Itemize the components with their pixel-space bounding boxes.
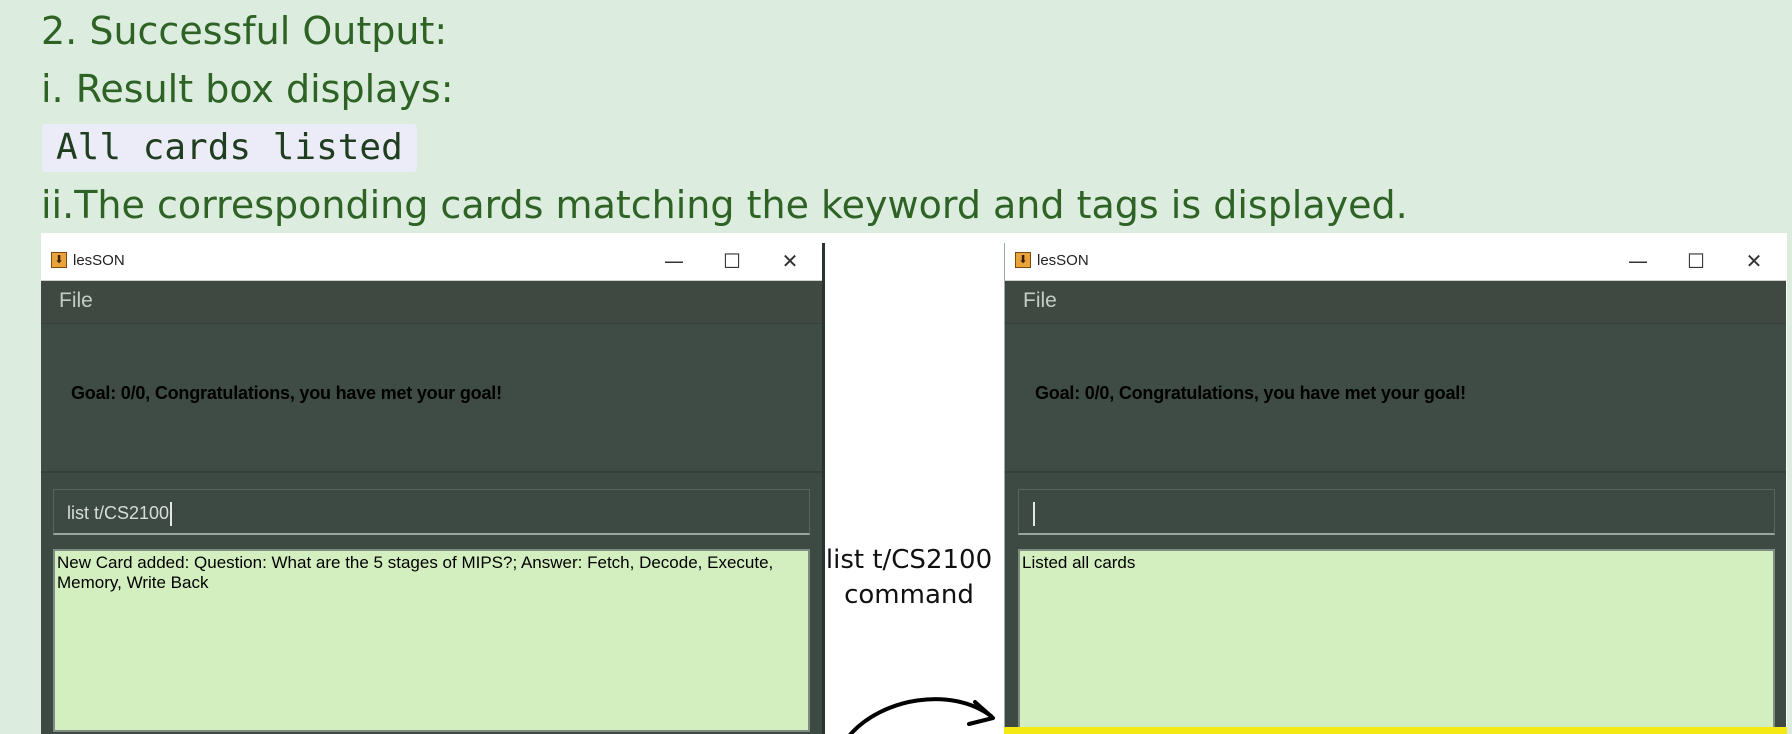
app-window-before: ⬇ lesSON — ☐ ✕ File Goal: 0/0, Congratul… bbox=[41, 243, 825, 734]
result-display: Listed all cards bbox=[1018, 549, 1775, 732]
highlight-strip bbox=[1004, 727, 1787, 734]
goal-panel: Goal: 0/0, Congratulations, you have met… bbox=[41, 324, 822, 473]
app-window-after: ⬇ lesSON — ☐ ✕ File Goal: 0/0, Congratul… bbox=[1004, 243, 1786, 734]
result-code-snippet: All cards listed bbox=[42, 124, 417, 172]
command-input-value: list t/CS2100 bbox=[67, 502, 170, 523]
maximize-icon[interactable]: ☐ bbox=[712, 247, 752, 275]
text-caret bbox=[1033, 502, 1035, 526]
menu-file[interactable]: File bbox=[1023, 289, 1057, 313]
goal-status-text: Goal: 0/0, Congratulations, you have met… bbox=[71, 383, 502, 403]
window-title: lesSON bbox=[1037, 252, 1089, 269]
command-input[interactable]: list t/CS2100 bbox=[53, 489, 810, 535]
java-app-icon: ⬇ bbox=[1015, 252, 1031, 268]
maximize-icon[interactable]: ☐ bbox=[1676, 247, 1716, 275]
text-caret bbox=[170, 502, 173, 526]
arrow-caption-command: list t/CS2100 bbox=[825, 545, 993, 575]
menu-bar: File bbox=[41, 281, 822, 324]
title-bar: ⬇ lesSON — ☐ ✕ bbox=[1005, 243, 1786, 281]
minimize-icon[interactable]: — bbox=[1618, 247, 1658, 275]
screenshot-figure: ⬇ lesSON — ☐ ✕ File Goal: 0/0, Congratul… bbox=[41, 233, 1787, 734]
curved-arrow-right-icon bbox=[848, 697, 995, 734]
goal-status-text: Goal: 0/0, Congratulations, you have met… bbox=[1035, 383, 1466, 403]
arrow-caption: list t/CS2100 command bbox=[819, 543, 999, 613]
java-app-icon: ⬇ bbox=[51, 252, 67, 268]
goal-panel: Goal: 0/0, Congratulations, you have met… bbox=[1005, 324, 1786, 473]
menu-bar: File bbox=[1005, 281, 1786, 324]
close-icon[interactable]: ✕ bbox=[770, 247, 810, 275]
command-input[interactable] bbox=[1018, 489, 1775, 535]
title-bar: ⬇ lesSON — ☐ ✕ bbox=[41, 243, 822, 281]
menu-file[interactable]: File bbox=[59, 289, 93, 313]
minimize-icon[interactable]: — bbox=[654, 247, 694, 275]
step-heading: 2. Successful Output: bbox=[41, 9, 448, 53]
window-title: lesSON bbox=[73, 252, 125, 269]
arrow-caption-word: command bbox=[844, 580, 974, 610]
close-icon[interactable]: ✕ bbox=[1734, 247, 1774, 275]
result-description: i. Result box displays: bbox=[41, 67, 454, 111]
cards-description: ii.The corresponding cards matching the … bbox=[41, 183, 1408, 227]
result-display: New Card added: Question: What are the 5… bbox=[53, 549, 810, 732]
